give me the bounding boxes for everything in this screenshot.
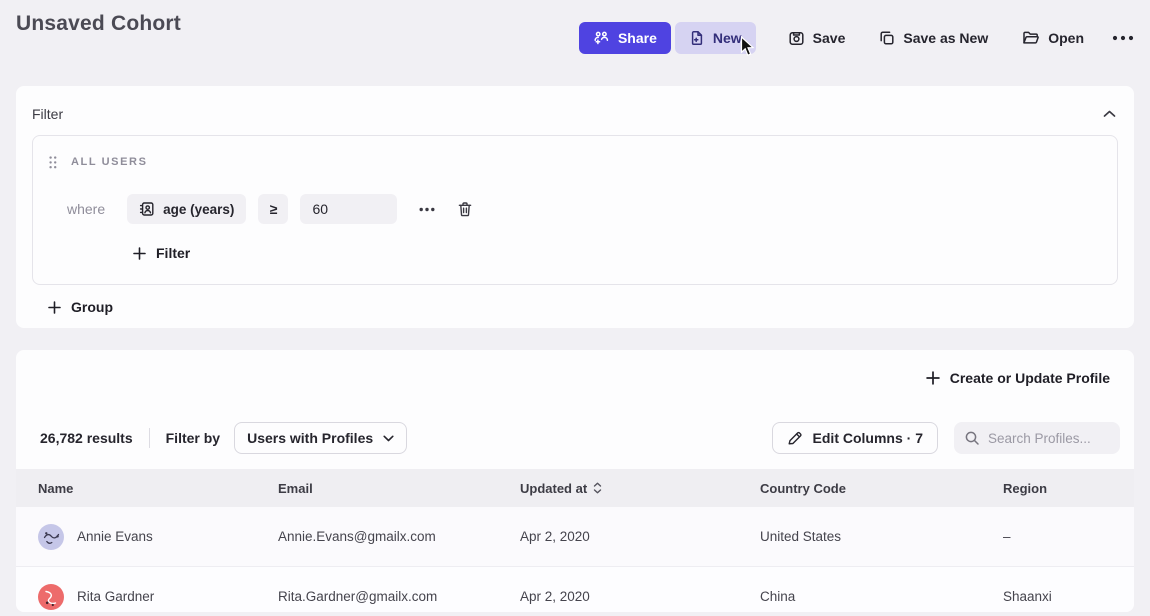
save-icon xyxy=(788,30,805,47)
operator-chip[interactable]: ≥ xyxy=(258,194,288,224)
avatar xyxy=(38,524,64,550)
profile-name: Rita Gardner xyxy=(77,589,154,604)
profile-email: Rita.Gardner@gmailx.com xyxy=(278,589,520,604)
open-button-label: Open xyxy=(1048,30,1084,46)
profiles-filter-dropdown-value: Users with Profiles xyxy=(247,430,373,446)
page-title: Unsaved Cohort xyxy=(16,12,181,36)
profile-email: Annie.Evans@gmailx.com xyxy=(278,529,520,544)
profile-country-code: United States xyxy=(760,529,1003,544)
create-or-update-profile-label: Create or Update Profile xyxy=(950,370,1110,386)
operator-chip-label: ≥ xyxy=(270,201,278,217)
profiles-search-box[interactable] xyxy=(954,422,1120,454)
profile-region: Shaanxi xyxy=(1003,589,1134,604)
share-button[interactable]: Share xyxy=(579,22,671,54)
add-group-button[interactable]: Group xyxy=(48,299,113,315)
save-as-new-button-label: Save as New xyxy=(903,30,988,46)
create-or-update-profile-button[interactable]: Create or Update Profile xyxy=(926,370,1110,386)
new-button-label: New xyxy=(713,30,742,46)
property-chip[interactable]: age (years) xyxy=(127,194,246,224)
filter-panel: Filter ALL USERS where xyxy=(16,86,1134,328)
add-group-label: Group xyxy=(71,299,113,315)
profiles-table: Name Email Updated at Country Code Regio… xyxy=(16,469,1134,612)
results-panel: Create or Update Profile 26,782 results … xyxy=(16,350,1134,612)
add-filter-label: Filter xyxy=(156,245,190,261)
header-actions: Share New Save xyxy=(579,22,1134,54)
table-header-row: Name Email Updated at Country Code Regio… xyxy=(16,469,1134,507)
column-header-country-code[interactable]: Country Code xyxy=(760,481,1003,496)
filter-row-more-icon[interactable] xyxy=(419,207,435,212)
profile-region: – xyxy=(1003,529,1134,544)
profile-name: Annie Evans xyxy=(77,529,153,544)
filter-value: 60 xyxy=(312,201,328,217)
profiles-filter-dropdown[interactable]: Users with Profiles xyxy=(234,422,407,454)
column-header-updated-at[interactable]: Updated at xyxy=(520,481,760,496)
chevron-down-icon xyxy=(383,435,394,442)
edit-columns-label: Edit Columns · 7 xyxy=(813,430,923,446)
collapse-chevron-up-icon[interactable] xyxy=(1101,108,1118,120)
column-header-email[interactable]: Email xyxy=(278,481,520,496)
profile-updated-at: Apr 2, 2020 xyxy=(520,529,760,544)
table-row[interactable]: Annie Evans Annie.Evans@gmailx.com Apr 2… xyxy=(16,507,1134,567)
search-profiles-input[interactable] xyxy=(988,431,1106,446)
edit-columns-button[interactable]: Edit Columns · 7 xyxy=(772,422,938,454)
trash-icon[interactable] xyxy=(457,201,473,218)
results-count: 26,782 results xyxy=(40,430,133,446)
share-button-label: Share xyxy=(618,30,657,46)
profile-updated-at: Apr 2, 2020 xyxy=(520,589,760,604)
drag-handle-icon[interactable] xyxy=(49,156,57,169)
pencil-icon xyxy=(787,430,803,446)
new-file-icon xyxy=(689,30,705,46)
page-header: Unsaved Cohort Share xyxy=(0,0,1150,85)
cohort-group-label: ALL USERS xyxy=(71,156,148,168)
filter-by-label: Filter by xyxy=(166,430,220,446)
filter-value-field[interactable]: 60 xyxy=(300,194,397,224)
add-filter-button[interactable]: Filter xyxy=(133,245,190,261)
search-icon xyxy=(964,430,980,446)
new-button[interactable]: New xyxy=(675,22,756,54)
table-row[interactable]: Rita Gardner Rita.Gardner@gmailx.com Apr… xyxy=(16,567,1134,612)
contact-book-icon xyxy=(139,201,155,217)
header-more-options-icon[interactable] xyxy=(1112,22,1134,54)
filter-panel-title: Filter xyxy=(32,106,63,122)
plus-icon xyxy=(48,301,61,314)
save-button-label: Save xyxy=(813,30,846,46)
where-label: where xyxy=(67,201,105,217)
save-as-new-button[interactable]: Save as New xyxy=(877,22,990,54)
plus-icon xyxy=(133,247,146,260)
column-header-region[interactable]: Region xyxy=(1003,481,1134,496)
folder-open-icon xyxy=(1022,30,1040,46)
column-header-name[interactable]: Name xyxy=(38,481,278,496)
plus-icon xyxy=(926,371,940,385)
save-button[interactable]: Save xyxy=(786,22,848,54)
share-people-icon xyxy=(593,30,610,46)
profile-country-code: China xyxy=(760,589,1003,604)
property-chip-label: age (years) xyxy=(163,202,234,217)
filter-group-card: ALL USERS where age (years) ≥ xyxy=(32,135,1118,285)
avatar xyxy=(38,584,64,610)
sort-up-down-icon[interactable] xyxy=(593,482,602,494)
open-button[interactable]: Open xyxy=(1020,22,1086,54)
copy-icon xyxy=(879,30,895,46)
toolbar-divider xyxy=(149,428,150,448)
